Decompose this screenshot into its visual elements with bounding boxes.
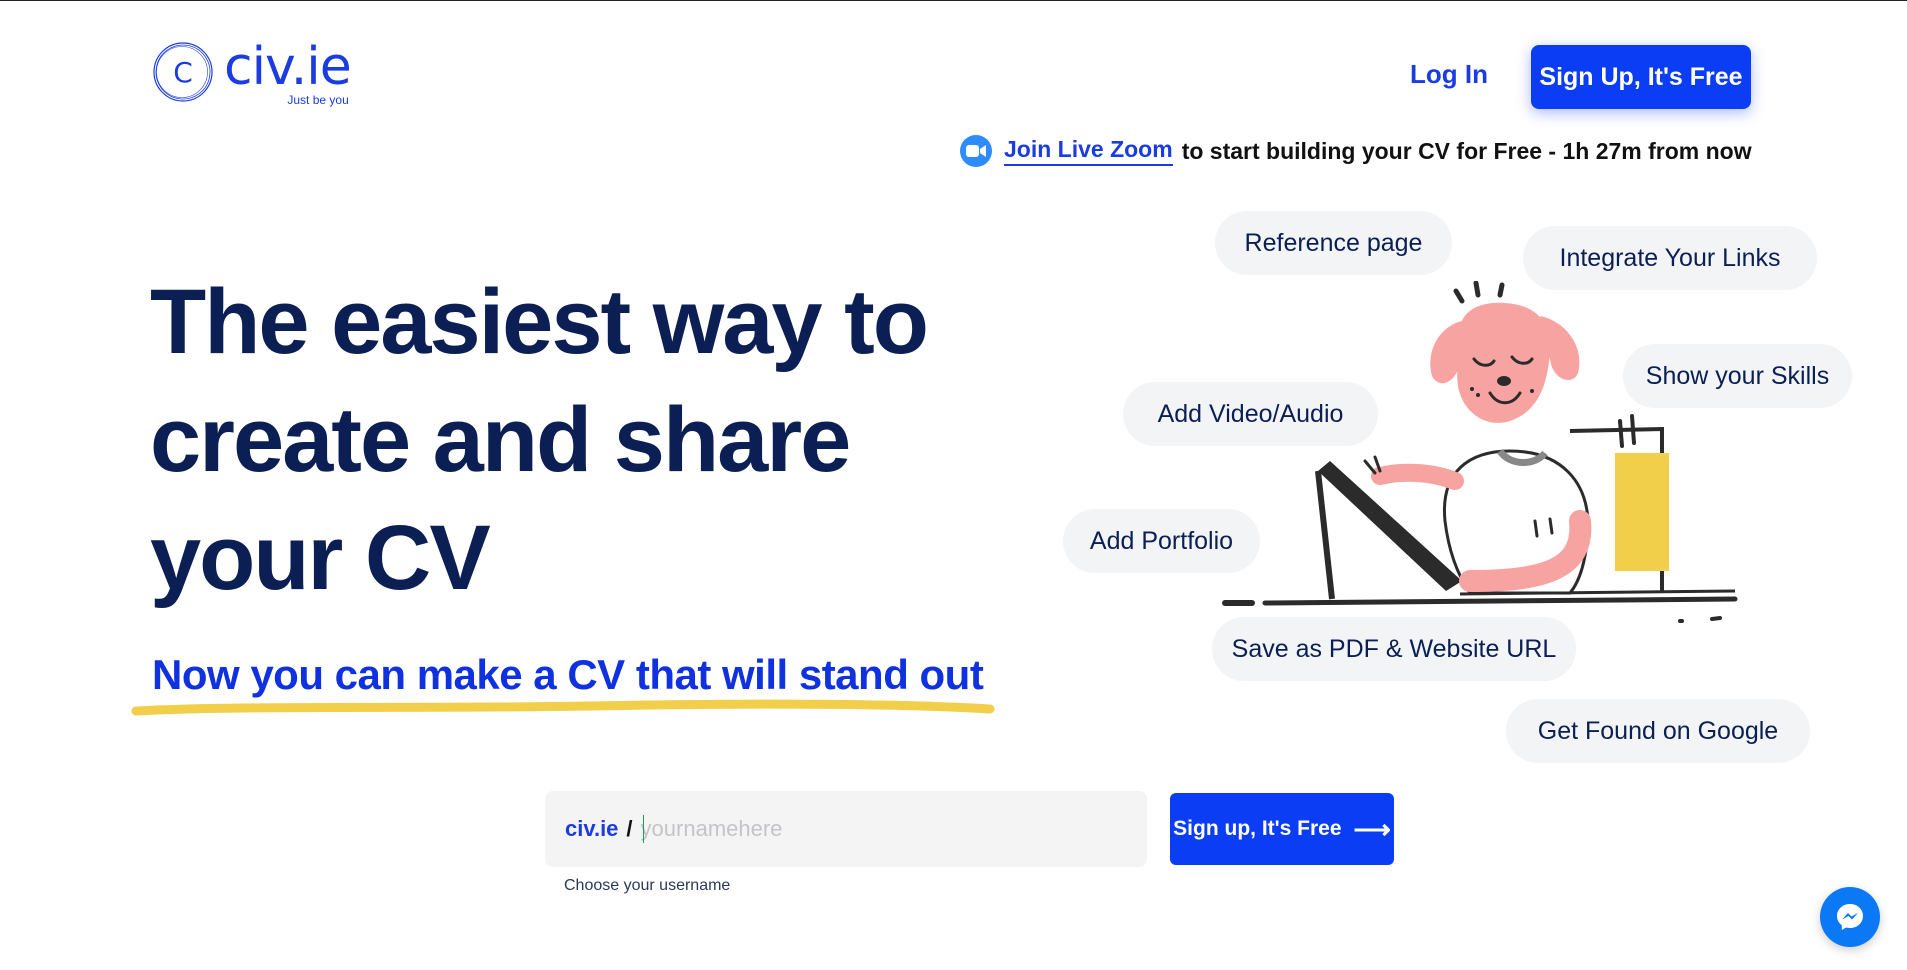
brand-logo[interactable]: C civ.ie Just be you	[152, 37, 352, 107]
hero-subtitle: Now you can make a CV that will stand ou…	[152, 651, 984, 698]
signup-header-button[interactable]: Sign Up, It's Free	[1531, 45, 1751, 109]
username-input[interactable]	[640, 816, 1061, 842]
zoom-camera-icon	[960, 135, 992, 167]
username-field-container: civ.ie /	[545, 791, 1147, 867]
logo-tagline: Just be you	[287, 93, 349, 107]
feature-pill-google: Get Found on Google	[1506, 699, 1810, 763]
logo-wordmark: civ.ie	[224, 37, 352, 97]
signup-username-button[interactable]: Sign up, It's Free ⟶	[1170, 793, 1394, 865]
messenger-icon	[1837, 904, 1863, 930]
username-helper-text: Choose your username	[564, 877, 731, 894]
messenger-chat-button[interactable]	[1820, 887, 1880, 947]
hero-title: The easiest way to create and share your…	[150, 271, 929, 609]
arrow-right-icon: ⟶	[1353, 814, 1391, 844]
zoom-announcement: Join Live Zoom to start building your CV…	[960, 135, 1752, 167]
dog-at-laptop-illustration	[1222, 281, 1738, 623]
username-separator: /	[626, 816, 633, 841]
logo-circle-icon: C	[152, 41, 214, 103]
join-live-zoom-link[interactable]: Join Live Zoom	[1004, 136, 1173, 166]
logo-letter: C	[173, 56, 193, 89]
username-domain-prefix: civ.ie	[565, 816, 619, 841]
login-link[interactable]: Log In	[1410, 59, 1488, 90]
hero-subtitle-wrap: Now you can make a CV that will stand ou…	[131, 651, 995, 716]
text-caret	[642, 815, 644, 843]
zoom-announcement-text: to start building your CV for Free - 1h …	[1181, 137, 1752, 164]
feature-pill-reference-page: Reference page	[1215, 211, 1452, 275]
signup-username-button-label: Sign up, It's Free	[1173, 817, 1342, 840]
